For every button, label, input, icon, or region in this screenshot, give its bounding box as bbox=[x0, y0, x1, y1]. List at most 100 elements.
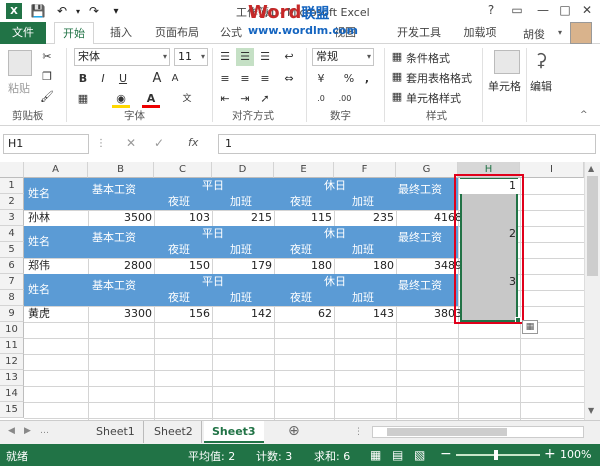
cell-a1[interactable]: 姓名 bbox=[28, 186, 50, 202]
cell-g3[interactable]: 4168 bbox=[396, 210, 462, 226]
status-sum[interactable]: 求和: 6 bbox=[314, 448, 350, 464]
align-center-icon[interactable]: ≡ bbox=[236, 70, 254, 88]
tab-developer[interactable]: 开发工具 bbox=[392, 22, 446, 44]
cell-f9[interactable]: 143 bbox=[334, 306, 394, 322]
zoom-slider-handle[interactable] bbox=[494, 450, 498, 460]
bold-button[interactable]: B bbox=[74, 70, 92, 88]
row-header-14[interactable]: 14 bbox=[0, 386, 24, 402]
comma-button[interactable]: , bbox=[358, 70, 376, 88]
cell-b4[interactable]: 基本工资 bbox=[92, 230, 136, 246]
row-header-4[interactable]: 4 bbox=[0, 226, 24, 242]
tab-home[interactable]: 开始 bbox=[54, 22, 94, 45]
tab-formulas[interactable]: 公式 bbox=[216, 22, 246, 44]
cell-f2[interactable]: 加班 bbox=[352, 194, 374, 210]
align-bottom-icon[interactable]: ☰ bbox=[256, 48, 274, 66]
format-table-icon[interactable]: ▦ bbox=[388, 68, 406, 86]
tab-page-layout[interactable]: 页面布局 bbox=[148, 22, 206, 44]
cell-d5[interactable]: 加班 bbox=[230, 242, 252, 258]
cell-d2[interactable]: 加班 bbox=[230, 194, 252, 210]
undo-dropdown-icon[interactable]: ▾ bbox=[70, 3, 86, 19]
sheet-tab-2[interactable]: Sheet2 bbox=[146, 421, 202, 443]
cell-a9[interactable]: 黄虎 bbox=[28, 306, 50, 322]
tab-file[interactable]: 文件 bbox=[0, 22, 46, 44]
cell-e5[interactable]: 夜班 bbox=[290, 242, 312, 258]
tab-insert[interactable]: 插入 bbox=[104, 22, 138, 44]
increase-decimal-icon[interactable]: .0 bbox=[312, 90, 330, 108]
save-icon[interactable]: 💾 bbox=[30, 3, 46, 19]
cell-g1[interactable]: 最终工资 bbox=[398, 182, 442, 198]
next-sheet-icon[interactable]: ▶ bbox=[24, 426, 31, 436]
col-header-b[interactable]: B bbox=[88, 162, 154, 178]
italic-button[interactable]: I bbox=[94, 70, 112, 88]
prev-sheet-icon[interactable]: ◀ bbox=[8, 426, 15, 436]
avatar[interactable] bbox=[570, 22, 592, 44]
col-header-a[interactable]: A bbox=[24, 162, 88, 178]
cell-c6[interactable]: 150 bbox=[154, 258, 210, 274]
copy-icon[interactable]: ❐ bbox=[38, 68, 56, 86]
shrink-font-button[interactable]: A bbox=[166, 70, 184, 88]
col-header-e[interactable]: E bbox=[274, 162, 334, 178]
cell-styles-icon[interactable]: ▦ bbox=[388, 88, 406, 106]
row-header-8[interactable]: 8 bbox=[0, 290, 24, 306]
col-header-f[interactable]: F bbox=[334, 162, 396, 178]
cell-styles-button[interactable]: 单元格样式 bbox=[406, 90, 461, 106]
cell-e8[interactable]: 夜班 bbox=[290, 290, 312, 306]
vertical-scrollbar[interactable]: ▲ ▼ bbox=[584, 162, 600, 420]
font-name-combo[interactable]: 宋体 ▾ bbox=[74, 48, 170, 66]
conditional-format-button[interactable]: 条件格式 bbox=[406, 50, 450, 66]
cell-f5[interactable]: 加班 bbox=[352, 242, 374, 258]
horizontal-scrollbar[interactable] bbox=[372, 426, 584, 438]
close-icon[interactable]: ✕ bbox=[574, 0, 600, 20]
user-dropdown-icon[interactable]: ▾ bbox=[558, 28, 562, 37]
row-header-2[interactable]: 2 bbox=[0, 194, 24, 210]
collapse-ribbon-icon[interactable]: ^ bbox=[580, 110, 588, 120]
paste-label[interactable]: 粘贴 bbox=[8, 80, 30, 96]
align-right-icon[interactable]: ≡ bbox=[256, 70, 274, 88]
cells-button[interactable]: 单元格 bbox=[488, 78, 521, 94]
col-header-c[interactable]: C bbox=[154, 162, 212, 178]
sheet-tab-1[interactable]: Sheet1 bbox=[88, 421, 144, 443]
font-color-icon[interactable]: A bbox=[142, 90, 160, 108]
quick-analysis-icon[interactable]: ▦ bbox=[522, 320, 538, 334]
row-header-11[interactable]: 11 bbox=[0, 338, 24, 354]
cell-e1[interactable]: 休日 bbox=[324, 178, 346, 194]
cell-c9[interactable]: 156 bbox=[154, 306, 210, 322]
cell-c4[interactable]: 平日 bbox=[202, 226, 224, 242]
row-header-1[interactable]: 1 bbox=[0, 178, 24, 194]
cell-d8[interactable]: 加班 bbox=[230, 290, 252, 306]
insert-function-icon[interactable]: fx bbox=[188, 136, 198, 149]
cell-a3[interactable]: 孙林 bbox=[28, 210, 50, 226]
cell-a7[interactable]: 姓名 bbox=[28, 282, 50, 298]
scrollbar-thumb[interactable] bbox=[587, 176, 598, 276]
cell-b7[interactable]: 基本工资 bbox=[92, 278, 136, 294]
merge-center-icon[interactable]: ⇔ bbox=[280, 70, 298, 88]
col-header-d[interactable]: D bbox=[212, 162, 274, 178]
row-header-6[interactable]: 6 bbox=[0, 258, 24, 274]
cell-c8[interactable]: 夜班 bbox=[168, 290, 190, 306]
status-count[interactable]: 计数: 3 bbox=[256, 448, 292, 464]
grow-font-button[interactable]: A bbox=[148, 70, 166, 88]
cell-f6[interactable]: 180 bbox=[334, 258, 394, 274]
more-sheets-icon[interactable]: … bbox=[40, 426, 49, 436]
cell-d3[interactable]: 215 bbox=[212, 210, 272, 226]
borders-icon[interactable]: ▦ bbox=[74, 90, 92, 108]
row-header-9[interactable]: 9 bbox=[0, 306, 24, 322]
format-painter-icon[interactable]: 🖌 bbox=[38, 88, 56, 106]
customize-qat-icon[interactable]: ▾ bbox=[108, 3, 124, 19]
add-sheet-icon[interactable]: ⊕ bbox=[288, 423, 300, 439]
zoom-slider[interactable] bbox=[456, 454, 540, 456]
cell-a6[interactable]: 郑伟 bbox=[28, 258, 50, 274]
currency-icon[interactable]: ¥ bbox=[312, 70, 330, 88]
cell-b6[interactable]: 2800 bbox=[88, 258, 152, 274]
enter-formula-icon[interactable]: ✓ bbox=[154, 136, 164, 150]
undo-icon[interactable]: ↶ bbox=[54, 3, 70, 19]
cell-d9[interactable]: 142 bbox=[212, 306, 272, 322]
cell-e2[interactable]: 夜班 bbox=[290, 194, 312, 210]
worksheet-grid[interactable]: A B C D E F G H I 1 2 3 4 5 6 7 8 9 10 1… bbox=[0, 162, 584, 420]
decrease-decimal-icon[interactable]: .00 bbox=[336, 90, 354, 108]
tab-addins[interactable]: 加载项 bbox=[458, 22, 502, 44]
row-header-13[interactable]: 13 bbox=[0, 370, 24, 386]
cell-e7[interactable]: 休日 bbox=[324, 274, 346, 290]
ribbon-display-icon[interactable]: ▭ bbox=[504, 0, 530, 20]
cell-b3[interactable]: 3500 bbox=[88, 210, 152, 226]
